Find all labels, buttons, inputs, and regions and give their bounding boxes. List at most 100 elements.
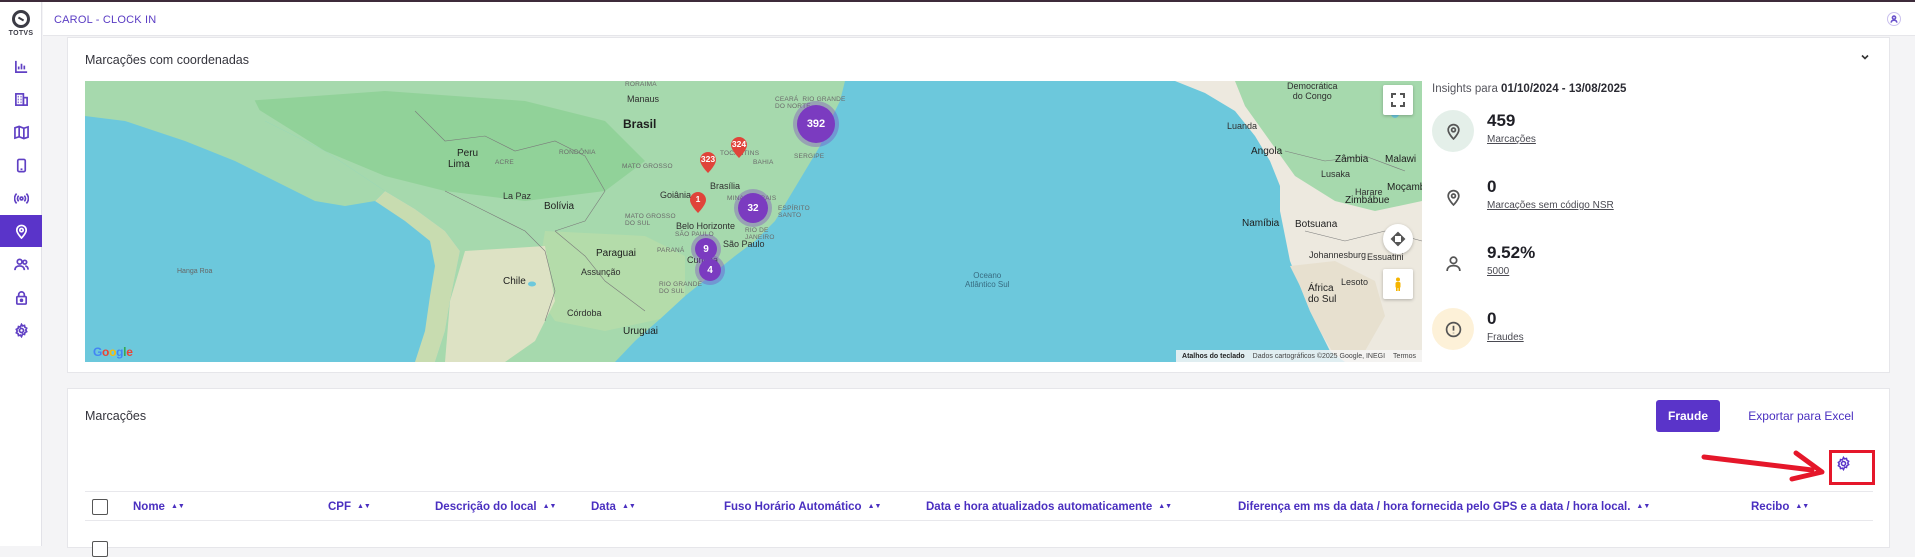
map-marker-pin[interactable]: 324: [730, 136, 748, 158]
column-label: CPF: [328, 501, 351, 513]
phone-icon: [16, 158, 26, 172]
column-header-recibo[interactable]: Recibo ▲▼: [1751, 501, 1809, 513]
insight-value: 9.52%: [1487, 243, 1536, 262]
sidebar-item-location[interactable]: [0, 215, 42, 247]
collapse-button[interactable]: [1859, 50, 1871, 62]
map-card-title: Marcações com coordenadas: [85, 53, 249, 67]
user-menu-button[interactable]: [1887, 12, 1901, 26]
column-label: Fuso Horário Automático: [724, 501, 862, 513]
map-cluster[interactable]: 32: [738, 193, 768, 223]
terms-link[interactable]: Termos: [1393, 353, 1416, 360]
label-peru: Peru: [457, 148, 479, 159]
insight-link[interactable]: Marcações sem código NSR: [1487, 200, 1614, 211]
insights-panel: Insights para 01/10/2024 - 13/08/2025 45…: [1432, 81, 1872, 362]
column-header-cpf[interactable]: CPF ▲▼: [328, 501, 371, 513]
insight-link[interactable]: 5000: [1487, 266, 1509, 277]
column-header-data-hora-auto[interactable]: Data e hora atualizados automaticamente ▲…: [926, 501, 1172, 513]
label-malawi: Malawi: [1385, 154, 1417, 165]
fullscreen-button[interactable]: [1383, 85, 1413, 115]
sort-icon: ▲▼: [621, 503, 636, 510]
sidebar-item-devices[interactable]: [0, 149, 42, 181]
label-hanga-roa: Hanga Roa: [177, 268, 213, 275]
label-espirito-santo: ESPÍRITO SANTO: [778, 205, 810, 219]
insight-link[interactable]: Fraudes: [1487, 332, 1524, 343]
column-header-fuso[interactable]: Fuso Horário Automático ▲▼: [724, 501, 881, 513]
label-la-paz: La Paz: [503, 191, 532, 201]
app-header: CAROL - CLOCK IN: [43, 2, 1915, 36]
sidebar-item-dashboard[interactable]: [0, 50, 42, 82]
label-mato-grosso: MATO GROSSO: [622, 163, 673, 170]
pegman-icon: [1395, 277, 1401, 291]
column-header-diferenca[interactable]: Diferença em ms da data / hora fornecida…: [1238, 501, 1650, 513]
label-uruguai: Uruguai: [623, 326, 659, 337]
marcacoes-title: Marcações: [85, 409, 147, 423]
fraude-button[interactable]: Fraude: [1656, 400, 1720, 432]
insights-header: Insights para 01/10/2024 - 13/08/2025: [1432, 83, 1872, 95]
sort-icon: ▲▼: [170, 503, 185, 510]
logo-text: TOTVS: [8, 30, 34, 37]
map-marker-pin[interactable]: 323: [699, 151, 717, 173]
insight-icon-bg: [1432, 308, 1474, 350]
pin-count: 323: [700, 154, 716, 164]
column-header-data[interactable]: Data ▲▼: [591, 501, 636, 513]
insight-value: 459: [1487, 111, 1516, 130]
signal-icon: [13, 192, 29, 204]
app-title[interactable]: CAROL - CLOCK IN: [54, 14, 156, 26]
sort-icon: ▲▼: [357, 503, 371, 510]
chevron-down-icon: [1861, 54, 1869, 60]
map-cluster[interactable]: 9: [695, 238, 717, 260]
totvs-logo[interactable]: TOTVS: [0, 8, 42, 37]
map-card: Marcações com coordenadas Brasil Peru Li…: [67, 37, 1890, 373]
label-oceano: Oceano Atlântico Sul: [965, 271, 1010, 289]
label-parana: PARANÁ: [657, 247, 685, 254]
google-logo: Google: [93, 345, 133, 359]
label-paraguai: Paraguai: [596, 248, 637, 259]
map-cluster[interactable]: 4: [699, 259, 721, 281]
column-header-nome[interactable]: Nome ▲▼: [133, 501, 185, 513]
insight-icon-bg: [1432, 110, 1474, 152]
sidebar-item-signal[interactable]: [0, 182, 42, 214]
map-cluster[interactable]: 392: [797, 105, 835, 143]
table-header: Nome ▲▼ CPF ▲▼ Descrição do local ▲▼ Data ▲▼…: [85, 491, 1873, 521]
insights-period: 01/10/2024 - 13/08/2025: [1501, 83, 1627, 95]
google-map[interactable]: Brasil Peru Lima Bolívia La Paz Paraguai…: [85, 81, 1422, 362]
sidebar-item-settings[interactable]: [0, 314, 42, 346]
column-label: Data: [591, 501, 616, 513]
select-all-checkbox[interactable]: [92, 499, 108, 515]
sidebar-item-map[interactable]: [0, 116, 42, 148]
label-lusaka: Lusaka: [1321, 169, 1351, 179]
map-data-credit: Dados cartográficos ©2025 Google, INEGI: [1252, 352, 1386, 360]
sidebar-item-users[interactable]: [0, 248, 42, 280]
pegman-button[interactable]: [1383, 269, 1413, 299]
label-belo-horizonte: Belo Horizonte: [676, 221, 736, 231]
label-brasilia: Brasília: [710, 181, 741, 191]
row-checkbox[interactable]: [92, 541, 108, 557]
map-pan-control[interactable]: [1383, 224, 1413, 254]
insight-sem-nsr: 0 Marcações sem código NSR: [1432, 176, 1832, 218]
insight-icon-bg: [1432, 242, 1474, 284]
insight-link[interactable]: Marcações: [1487, 134, 1536, 145]
export-excel-button[interactable]: Exportar para Excel: [1742, 400, 1860, 432]
alert-icon: [1445, 321, 1461, 337]
label-roraima: RORAIMA: [625, 81, 657, 88]
users-icon: [13, 258, 29, 270]
sidebar-item-security[interactable]: [0, 281, 42, 313]
label-zimbabue: Zimbábue: [1345, 195, 1390, 206]
fullscreen-icon: [1391, 93, 1405, 107]
insight-value: 0: [1487, 177, 1497, 196]
keyboard-shortcuts-link[interactable]: Atalhos do teclado: [1182, 353, 1245, 360]
map-marker-pin[interactable]: 1: [689, 191, 707, 213]
column-label: Nome: [133, 501, 165, 513]
insight-value: 0: [1487, 309, 1497, 328]
sort-icon: ▲▼: [867, 503, 882, 510]
gear-icon: [14, 322, 28, 338]
sort-icon: ▲▼: [542, 503, 557, 510]
sidebar: TOTVS: [0, 2, 42, 546]
label-brasil: Brasil: [623, 117, 657, 131]
chart-icon: [14, 60, 27, 73]
pin-count: 324: [731, 139, 747, 149]
label-chile: Chile: [503, 276, 526, 287]
label-angola: Angola: [1251, 146, 1283, 157]
column-header-descricao[interactable]: Descrição do local ▲▼: [435, 501, 556, 513]
sidebar-item-companies[interactable]: [0, 83, 42, 115]
